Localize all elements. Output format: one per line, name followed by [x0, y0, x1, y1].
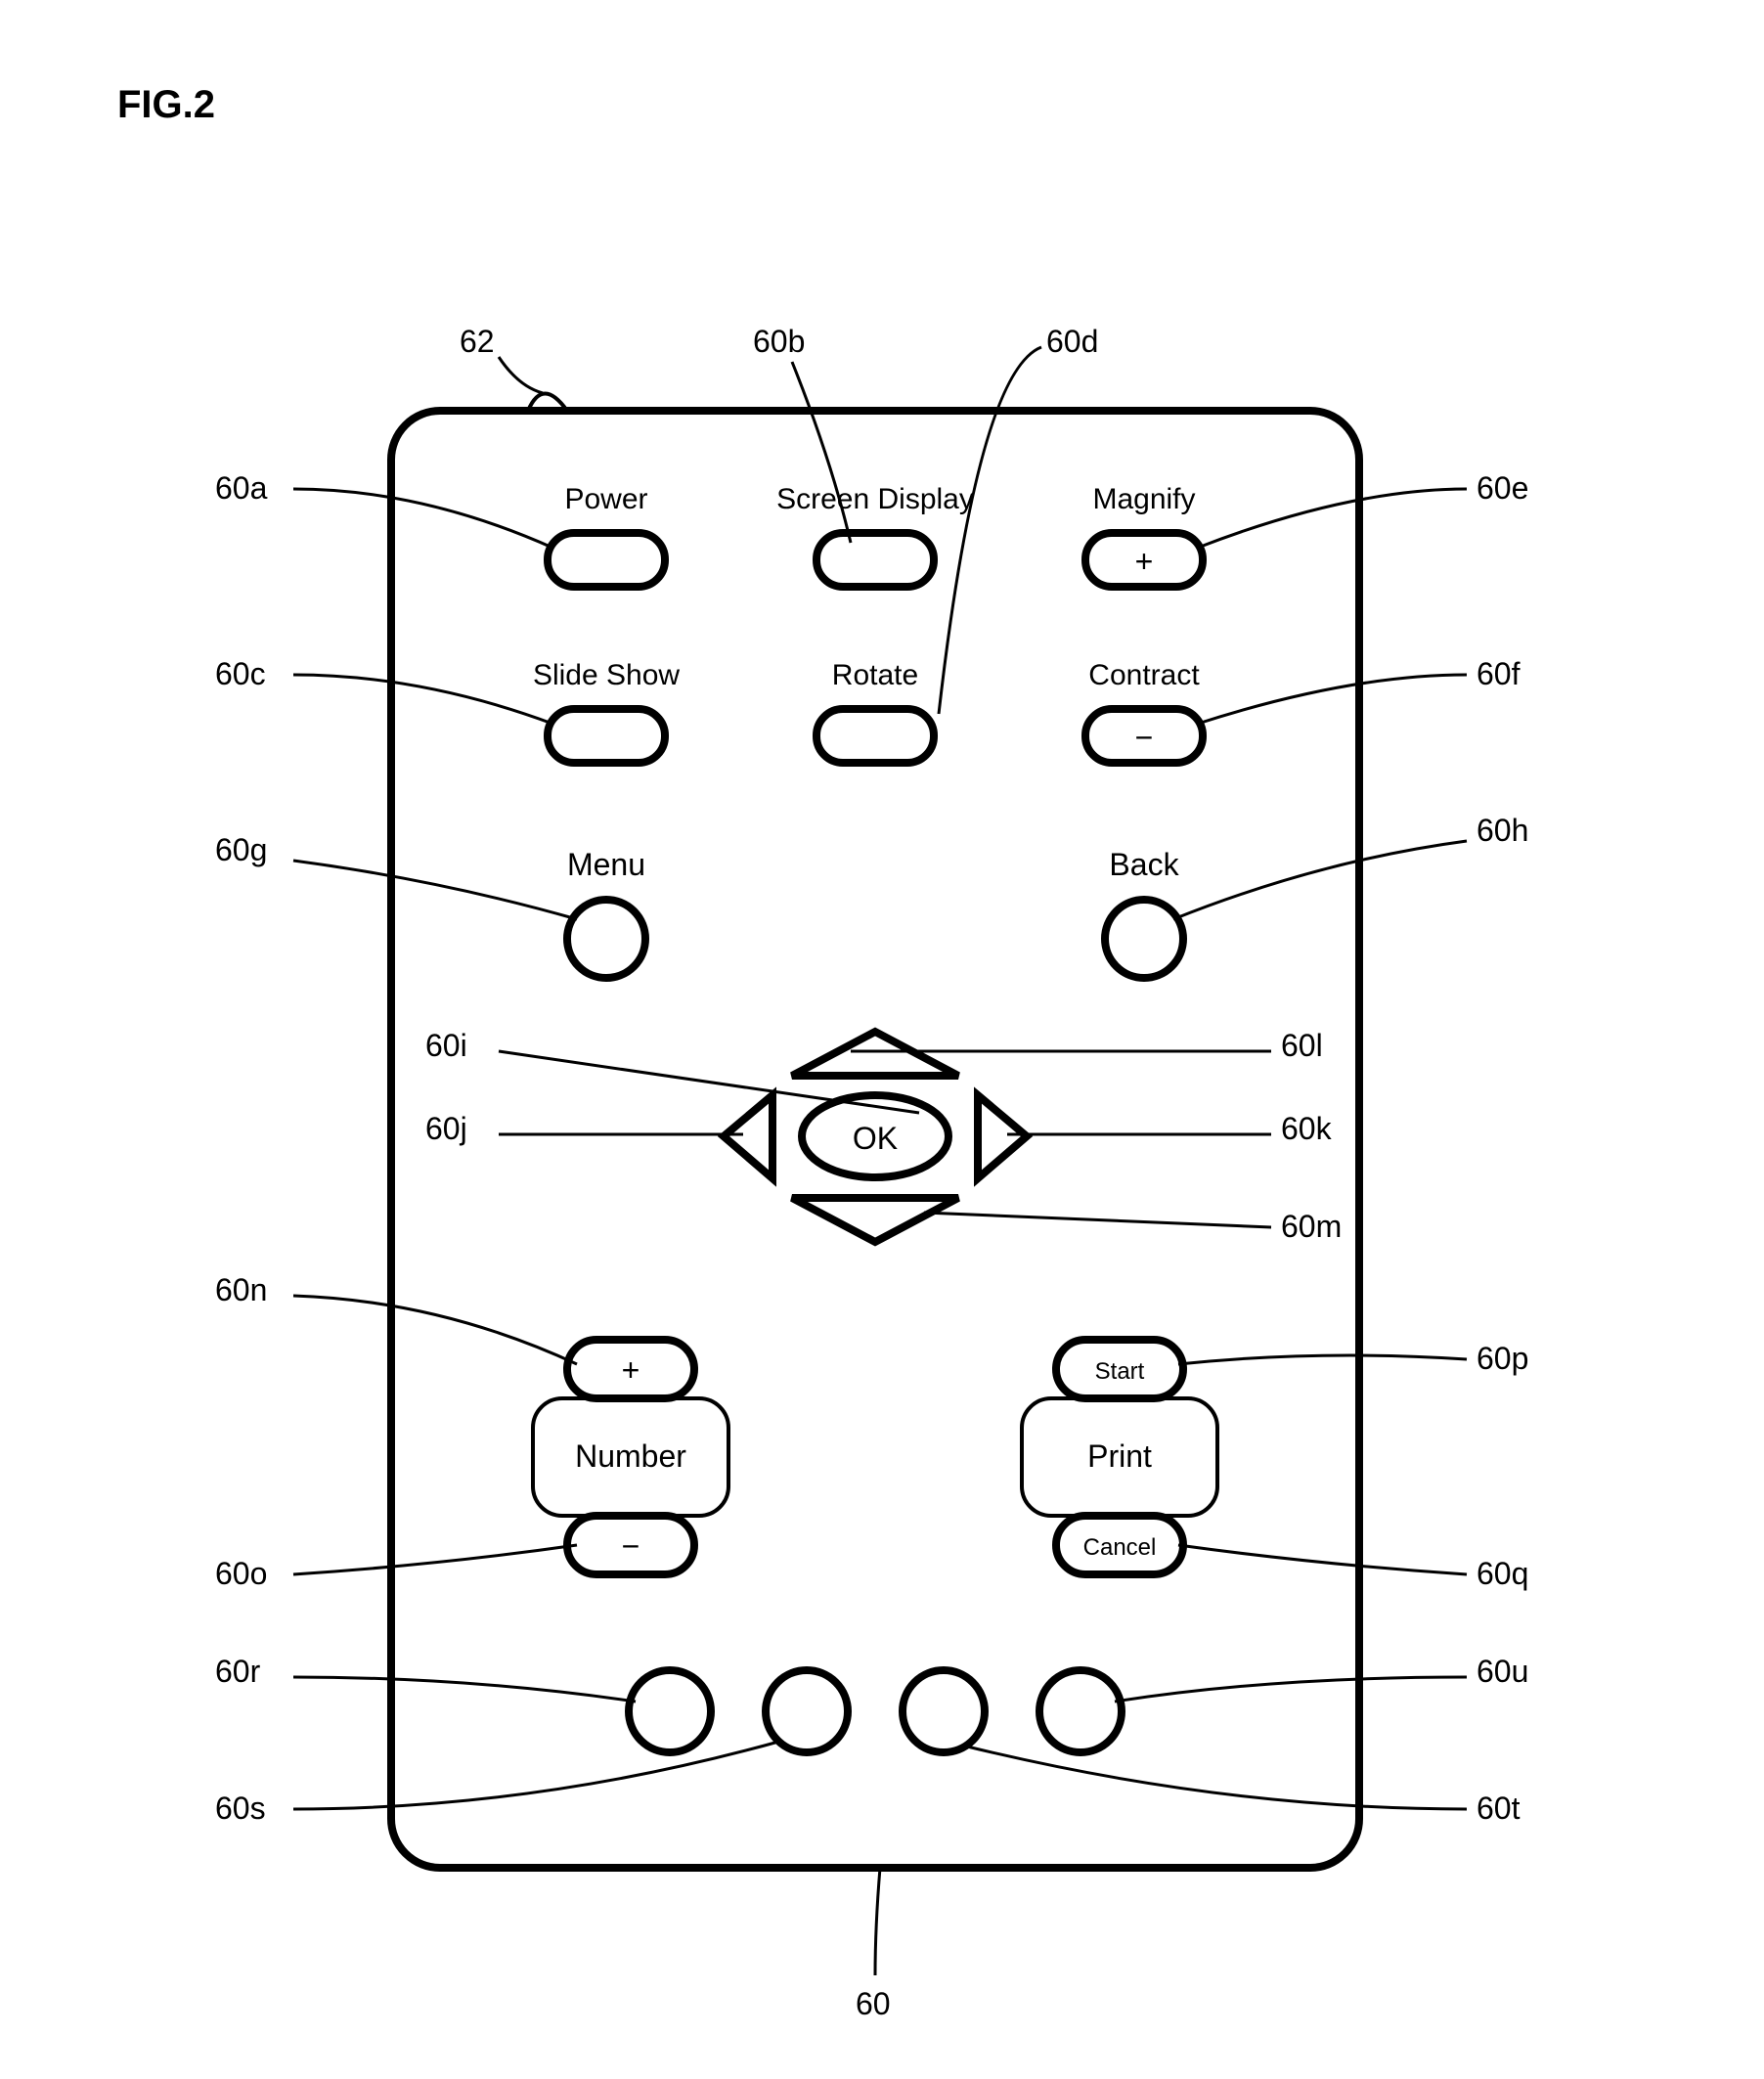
- ref-60n: 60n: [215, 1272, 267, 1307]
- ref-60r: 60r: [215, 1654, 261, 1689]
- back-label: Back: [1109, 847, 1179, 882]
- extra-button-2[interactable]: [766, 1670, 848, 1752]
- ref-60i: 60i: [425, 1028, 467, 1063]
- power-label: Power: [564, 483, 647, 515]
- extra-button-4[interactable]: [1039, 1670, 1122, 1752]
- remote-control-diagram: FIG.2 Power Screen Display Magnify + Sli…: [0, 0, 1764, 2079]
- slideshow-button[interactable]: [548, 709, 665, 763]
- ref-60h: 60h: [1477, 813, 1528, 848]
- contract-label: Contract: [1088, 659, 1200, 691]
- ref-60t: 60t: [1477, 1791, 1521, 1826]
- minus-icon: −: [622, 1528, 640, 1564]
- dpad-right-button[interactable]: [978, 1095, 1027, 1178]
- dpad-down-button[interactable]: [792, 1198, 958, 1242]
- dpad-up-button[interactable]: [792, 1032, 958, 1076]
- menu-label: Menu: [567, 847, 645, 882]
- start-label: Start: [1095, 1358, 1145, 1385]
- minus-icon: −: [1135, 720, 1154, 755]
- number-group: Number + −: [533, 1340, 728, 1574]
- dpad-cluster: OK: [724, 1032, 1027, 1242]
- ref-60o: 60o: [215, 1556, 267, 1591]
- extra-button-3[interactable]: [903, 1670, 985, 1752]
- ref-60c: 60c: [215, 656, 266, 691]
- ref-60m: 60m: [1281, 1209, 1342, 1244]
- dpad-left-button[interactable]: [724, 1095, 772, 1178]
- extra-button-1[interactable]: [629, 1670, 711, 1752]
- ref-60p: 60p: [1477, 1341, 1528, 1376]
- print-label: Print: [1087, 1438, 1152, 1474]
- screen-display-button[interactable]: [816, 533, 934, 587]
- power-button[interactable]: [548, 533, 665, 587]
- rotate-button[interactable]: [816, 709, 934, 763]
- screen-display-label: Screen Display: [776, 483, 974, 515]
- ref-60d: 60d: [1046, 324, 1098, 359]
- slideshow-label: Slide Show: [533, 659, 680, 691]
- ref-60j: 60j: [425, 1111, 467, 1146]
- figure-label: FIG.2: [117, 83, 215, 126]
- cancel-label: Cancel: [1083, 1534, 1157, 1561]
- print-group: Print Start Cancel: [1022, 1340, 1217, 1574]
- number-label: Number: [575, 1438, 686, 1474]
- ref-60l: 60l: [1281, 1028, 1323, 1063]
- menu-button[interactable]: [567, 900, 645, 978]
- back-button[interactable]: [1105, 900, 1183, 978]
- ref-60s: 60s: [215, 1791, 266, 1826]
- ref-60: 60: [856, 1986, 891, 2021]
- ref-60e: 60e: [1477, 470, 1528, 506]
- plus-icon: +: [1135, 544, 1154, 579]
- ref-60q: 60q: [1477, 1556, 1528, 1591]
- ref-60f: 60f: [1477, 656, 1521, 691]
- ref-60k: 60k: [1281, 1111, 1333, 1146]
- magnify-label: Magnify: [1092, 483, 1195, 515]
- ref-60u: 60u: [1477, 1654, 1528, 1689]
- ok-label: OK: [853, 1121, 898, 1156]
- ref-60g: 60g: [215, 832, 267, 867]
- ref-60a: 60a: [215, 470, 268, 506]
- ref-60b: 60b: [753, 324, 805, 359]
- plus-icon: +: [622, 1352, 640, 1388]
- rotate-label: Rotate: [832, 659, 918, 691]
- ref-62: 62: [460, 324, 495, 359]
